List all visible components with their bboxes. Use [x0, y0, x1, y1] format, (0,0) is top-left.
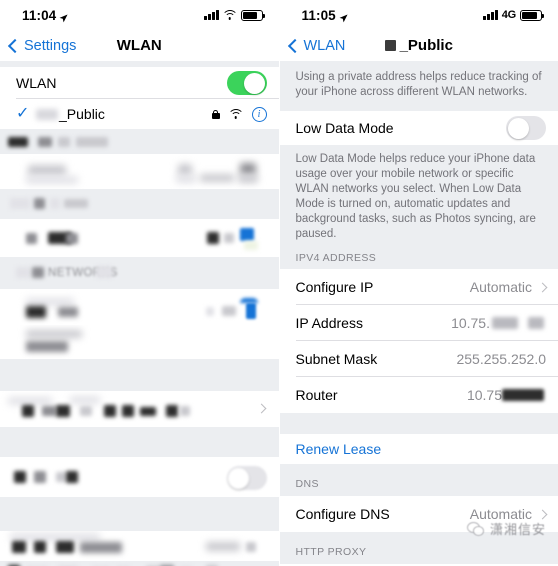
- renew-lease-label: Renew Lease: [295, 441, 382, 457]
- redacted-gap-3: [0, 497, 279, 531]
- right-phone-panel: 11:05 4G WLAN _Public Using a private ad…: [278, 0, 558, 566]
- low-data-mode-row[interactable]: Low Data Mode: [279, 111, 558, 145]
- subnet-mask-value: 255.255.252.0: [456, 351, 546, 367]
- ipv4-section-header: IPV4 ADDRESS: [279, 248, 558, 269]
- cellular-signal-icon: [483, 10, 498, 20]
- redacted-network-row-6[interactable]: [0, 531, 279, 561]
- right-status-time: 11:05: [301, 7, 336, 23]
- router-label: Router: [295, 387, 338, 403]
- right-status-bar: 11:05 4G: [279, 0, 558, 30]
- configure-ip-label: Configure IP: [295, 279, 374, 295]
- cellular-signal-icon: [204, 10, 219, 20]
- left-status-bar: 11:04: [0, 0, 279, 30]
- battery-icon: [240, 9, 265, 21]
- wlan-toggle-label: WLAN: [16, 75, 57, 91]
- right-nav-bar: WLAN _Public: [279, 30, 558, 61]
- private-address-note: Using a private address helps reduce tra…: [279, 61, 558, 111]
- connected-network-name: _Public: [59, 106, 105, 122]
- right-page-title: _Public: [399, 37, 453, 54]
- left-footer-note: networks are available, you will be noti…: [0, 561, 279, 566]
- redacted-toggle-switch[interactable]: [226, 466, 267, 490]
- battery-icon: [520, 9, 544, 21]
- network-type-label: 4G: [501, 9, 516, 21]
- screenshot-root: 11:04 Settings WLAN WLAN ✓ _Public i NET…: [0, 0, 558, 566]
- redacted-gap-2: [0, 427, 279, 457]
- back-button-label: Settings: [24, 37, 77, 54]
- location-arrow-icon: [59, 11, 68, 22]
- title-redaction-block: [384, 40, 396, 51]
- wifi-icon: [227, 109, 244, 119]
- right-status-icons: 4G: [483, 9, 544, 21]
- lock-icon: [211, 109, 220, 119]
- redacted-network-row-5[interactable]: [0, 391, 279, 427]
- ip-address-row: IP Address 10.75.: [279, 305, 558, 341]
- right-page-title-group: _Public: [280, 37, 558, 54]
- left-phone-panel: 11:04 Settings WLAN WLAN ✓ _Public i NET…: [0, 0, 279, 566]
- dns-section-header: DNS: [279, 464, 558, 496]
- low-data-mode-switch[interactable]: [506, 116, 546, 140]
- wifi-icon: [221, 10, 238, 20]
- redacted-gap-1: [0, 359, 279, 391]
- ip-address-value: 10.75.: [451, 315, 490, 331]
- redacted-network-row-2[interactable]: [0, 219, 279, 257]
- watermark: 潇湘信安: [466, 519, 546, 538]
- chevron-right-icon: [537, 509, 548, 519]
- redacted-section-header-2: [0, 189, 279, 219]
- redacted-section-header-1: [0, 129, 279, 154]
- watermark-text: 潇湘信安: [489, 523, 546, 538]
- router-value: 10.75: [466, 387, 502, 403]
- left-status-time-group: 11:04: [22, 8, 68, 23]
- renew-lease-row[interactable]: Renew Lease: [279, 434, 558, 464]
- wlan-toggle-row[interactable]: WLAN: [0, 67, 279, 99]
- redacted-network-row-1[interactable]: [0, 154, 279, 189]
- left-status-time: 11:04: [22, 7, 57, 23]
- checkmark-icon: ✓: [16, 105, 30, 122]
- router-row: Router 10.75: [279, 377, 558, 413]
- left-nav-bar: Settings WLAN: [0, 30, 279, 61]
- chevron-right-icon: [537, 282, 548, 292]
- configure-dns-label: Configure DNS: [295, 506, 390, 522]
- back-to-settings-button[interactable]: Settings: [7, 37, 77, 54]
- ip-address-label: IP Address: [295, 315, 363, 331]
- configure-ip-row[interactable]: Configure IP Automatic: [279, 269, 558, 305]
- chevron-left-icon: [7, 38, 23, 53]
- network-name-redaction: [36, 108, 58, 120]
- configure-ip-value: Automatic: [469, 279, 532, 295]
- left-status-icons: [204, 9, 265, 21]
- info-icon[interactable]: i: [251, 106, 267, 122]
- low-data-mode-note: Low Data Mode helps reduce your iPhone d…: [279, 145, 558, 248]
- connected-network-row[interactable]: ✓ _Public i: [0, 99, 279, 129]
- right-status-time-group: 11:05: [302, 8, 348, 23]
- networks-section-header: NETWORKS: [0, 257, 279, 289]
- redacted-network-row-4[interactable]: [0, 325, 279, 359]
- chevron-right-icon: [256, 403, 266, 414]
- subnet-mask-label: Subnet Mask: [295, 351, 378, 367]
- wlan-toggle-switch[interactable]: [226, 71, 267, 95]
- low-data-mode-label: Low Data Mode: [295, 120, 394, 136]
- location-arrow-icon: [339, 11, 348, 22]
- right-gap-ipv4-renew: [279, 413, 558, 434]
- redacted-toggle-row[interactable]: [0, 457, 279, 497]
- wechat-logo-icon: [466, 521, 484, 536]
- subnet-mask-row: Subnet Mask 255.255.252.0: [279, 341, 558, 377]
- redacted-network-row-3[interactable]: [0, 289, 279, 325]
